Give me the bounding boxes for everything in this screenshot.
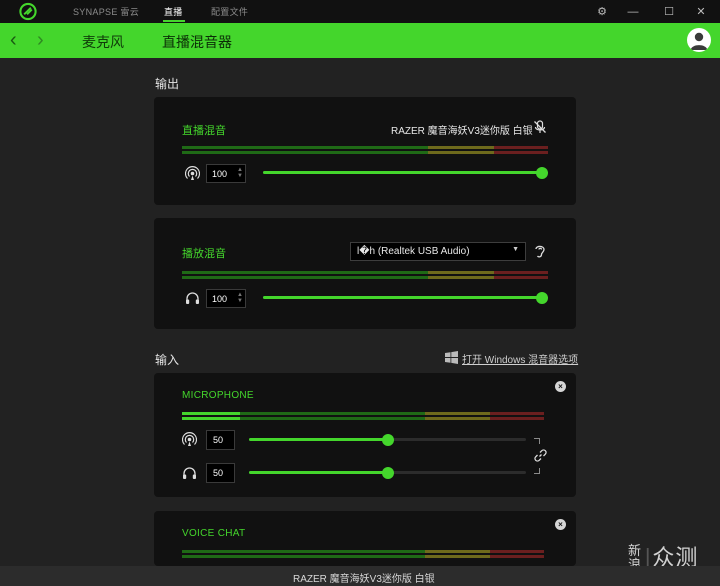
mic-muted-icon[interactable]	[533, 120, 547, 134]
status-device-name: RAZER 魔音海妖V3迷你版 白银	[293, 574, 435, 585]
microphone-stream-volume-input[interactable]: 50	[206, 430, 235, 450]
input-section-label: 输入	[155, 353, 180, 367]
slider-thumb[interactable]	[381, 434, 394, 446]
link-bracket-bottom	[534, 468, 540, 474]
headphones-icon	[186, 292, 199, 304]
headphones-icon	[183, 467, 196, 479]
microphone-monitor-volume-input[interactable]: 50	[206, 463, 235, 483]
playback-mix-volume-slider[interactable]	[263, 292, 548, 304]
slider-thumb[interactable]	[536, 292, 548, 304]
voice-chat-level-meter	[182, 550, 544, 558]
voice-chat-title: VOICE CHAT	[182, 528, 246, 539]
slider-thumb[interactable]	[536, 167, 548, 179]
maximize-button[interactable]: ☐	[661, 4, 677, 20]
title-bar: SYNAPSE 雷云 直播 配置文件 ⚙ — ☐ ✕	[0, 0, 720, 23]
status-bar: RAZER 魔音海妖V3迷你版 白银	[0, 566, 720, 586]
minimize-button[interactable]: —	[625, 4, 641, 20]
microphone-stream-volume-value: 50	[213, 435, 224, 445]
stepper-arrows-icon[interactable]: ▲ ▼	[237, 167, 243, 179]
tab-profiles[interactable]: 配置文件	[211, 5, 248, 18]
razer-logo-icon	[19, 2, 37, 21]
link-bracket-top	[534, 438, 540, 444]
settings-gear-icon[interactable]: ⚙	[594, 4, 610, 20]
output-section-label: 输出	[155, 77, 180, 91]
link-chain-icon[interactable]	[534, 449, 547, 462]
chevron-down-icon: ▼	[512, 246, 519, 253]
stream-mix-device-name: RAZER 魔音海妖V3迷你版 白银	[391, 126, 533, 137]
tab-synapse[interactable]: SYNAPSE 雷云	[73, 5, 139, 18]
stepper-arrows-icon[interactable]: ▲ ▼	[237, 292, 243, 304]
close-window-button[interactable]: ✕	[693, 4, 709, 20]
microphone-monitor-volume-slider[interactable]	[249, 467, 526, 479]
header-section-microphone[interactable]: 麦克风	[82, 32, 124, 52]
playback-mix-volume-input[interactable]: 100 ▲ ▼	[206, 289, 246, 308]
page-title: 直播混音器	[162, 34, 232, 50]
back-arrow-icon[interactable]: ‹	[10, 29, 17, 51]
stream-mix-title: 直播混音	[182, 125, 226, 137]
microphone-title: MICROPHONE	[182, 390, 254, 401]
broadcast-icon	[185, 166, 200, 180]
playback-mix-title: 播放混音	[182, 248, 226, 260]
remove-microphone-close-icon[interactable]: ×	[555, 381, 566, 392]
header-bar: ‹ › 麦克风 直播混音器	[0, 23, 720, 58]
user-avatar-icon[interactable]	[687, 28, 711, 52]
playback-device-selected: l�h (Realtek USB Audio)	[357, 246, 470, 257]
stream-mix-volume-value: 100	[212, 169, 228, 179]
microphone-stream-volume-slider[interactable]	[249, 434, 526, 446]
tab-streaming[interactable]: 直播	[164, 5, 183, 18]
microphone-level-meter	[182, 412, 544, 420]
stream-mix-volume-input[interactable]: 100 ▲ ▼	[206, 164, 246, 183]
forward-arrow-icon[interactable]: ›	[37, 29, 44, 51]
playback-device-dropdown[interactable]: l�h (Realtek USB Audio) ▼	[350, 242, 526, 261]
stream-mix-level-meter	[182, 146, 548, 154]
playback-mix-volume-value: 100	[212, 294, 228, 304]
slider-thumb[interactable]	[381, 467, 394, 479]
playback-mix-level-meter	[182, 271, 548, 279]
remove-voice-chat-close-icon[interactable]: ×	[555, 519, 566, 530]
active-tab-indicator	[163, 20, 185, 22]
ear-listen-icon[interactable]	[533, 243, 547, 259]
microphone-monitor-volume-value: 50	[213, 468, 224, 478]
open-windows-mixer-link[interactable]: 打开 Windows 混音器选项	[462, 351, 578, 366]
broadcast-icon	[182, 432, 197, 446]
stream-mix-volume-slider[interactable]	[263, 167, 548, 179]
windows-logo-icon	[445, 351, 458, 364]
